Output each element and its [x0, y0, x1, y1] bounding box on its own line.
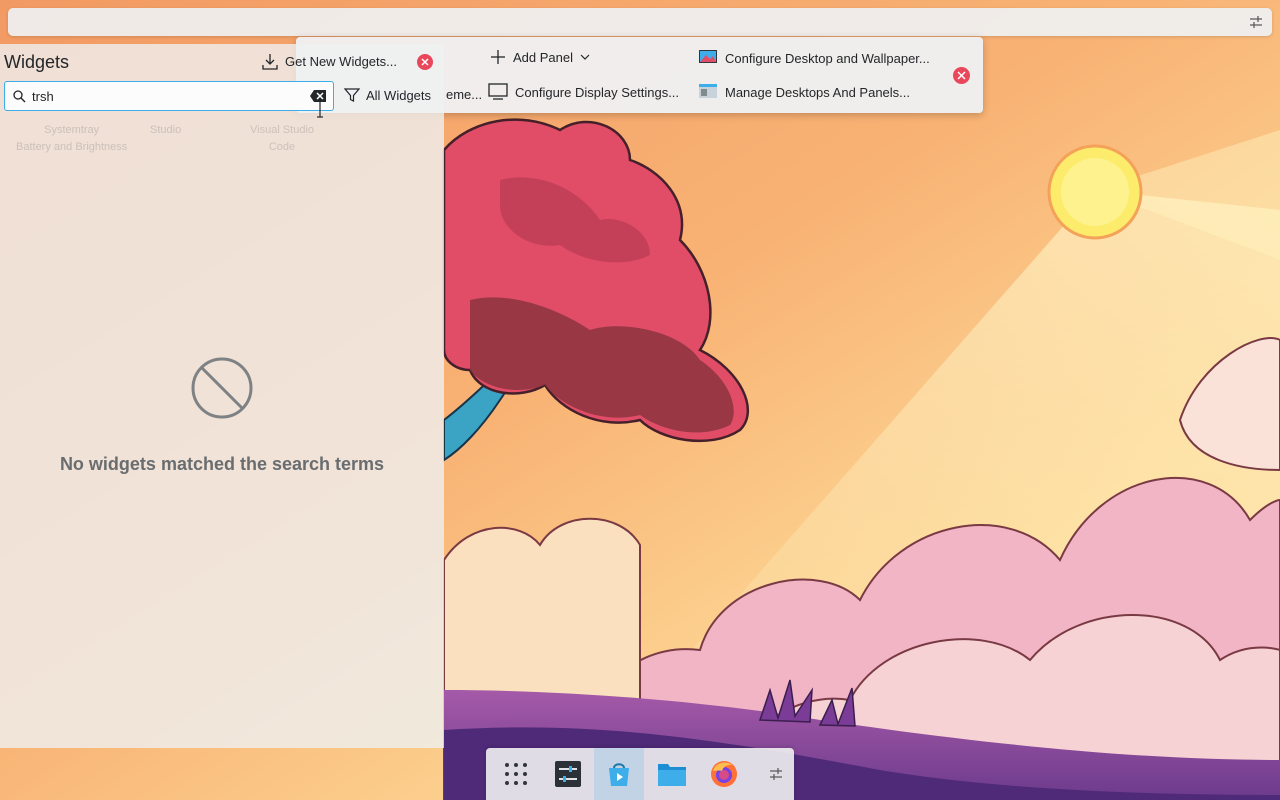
- add-panel-label: Add Panel: [513, 49, 573, 65]
- manage-desktops-label: Manage Desktops And Panels...: [725, 84, 911, 100]
- empty-state-message: No widgets matched the search terms: [59, 454, 385, 474]
- taskbar: [486, 748, 794, 800]
- panel-settings-icon[interactable]: [1248, 14, 1264, 30]
- search-input[interactable]: [32, 88, 292, 104]
- no-results-icon: [191, 357, 253, 419]
- filter-icon: [344, 88, 360, 102]
- panel-settings-icon[interactable]: [758, 756, 794, 792]
- faded-result-label: Visual Studio Code: [250, 124, 315, 153]
- wallpaper-icon: [699, 50, 717, 63]
- get-new-widgets-button[interactable]: Get New Widgets...: [262, 53, 397, 70]
- faded-result-label: Systemtray Battery and Brightness: [16, 124, 128, 153]
- top-panel[interactable]: [8, 8, 1272, 36]
- widget-filter-button[interactable]: All Widgets: [344, 87, 431, 103]
- search-icon: [13, 89, 26, 103]
- add-panel-button[interactable]: Add Panel: [490, 49, 590, 65]
- configure-display-button[interactable]: Configure Display Settings...: [488, 83, 679, 101]
- exit-edit-mode-button[interactable]: [953, 67, 970, 84]
- faded-widget-results: Systemtray Battery and Brightness Studio …: [0, 122, 444, 162]
- faded-result-label: Studio: [150, 124, 182, 136]
- plus-icon: [491, 50, 505, 64]
- monitor-icon: [488, 83, 508, 100]
- dolphin-icon[interactable]: [654, 756, 690, 792]
- configure-desktop-label: Configure Desktop and Wallpaper...: [725, 50, 930, 66]
- close-widgets-button[interactable]: [417, 54, 433, 70]
- close-icon: [957, 71, 966, 80]
- system-settings-icon[interactable]: [550, 756, 586, 792]
- firefox-icon[interactable]: [706, 756, 742, 792]
- manage-desktops-button[interactable]: Manage Desktops And Panels...: [698, 83, 910, 101]
- app-launcher-icon[interactable]: [498, 756, 534, 792]
- get-new-widgets-label: Get New Widgets...: [285, 54, 397, 69]
- text-cursor-icon: [317, 100, 323, 118]
- empty-state: No widgets matched the search terms: [0, 356, 444, 475]
- close-icon: [421, 58, 429, 66]
- desktops-icon: [699, 84, 717, 98]
- widgets-explorer: Widgets Get New Widgets... All Widgets S…: [0, 44, 444, 748]
- chevron-down-icon: [580, 54, 590, 60]
- widget-search-field[interactable]: [4, 81, 334, 111]
- global-themes-label: eme...: [446, 87, 483, 102]
- discover-icon[interactable]: [594, 748, 644, 800]
- filter-label: All Widgets: [366, 87, 432, 103]
- download-icon: [262, 54, 278, 70]
- widgets-title: Widgets: [4, 52, 70, 72]
- configure-desktop-button[interactable]: Configure Desktop and Wallpaper...: [698, 49, 930, 67]
- configure-display-label: Configure Display Settings...: [515, 84, 680, 100]
